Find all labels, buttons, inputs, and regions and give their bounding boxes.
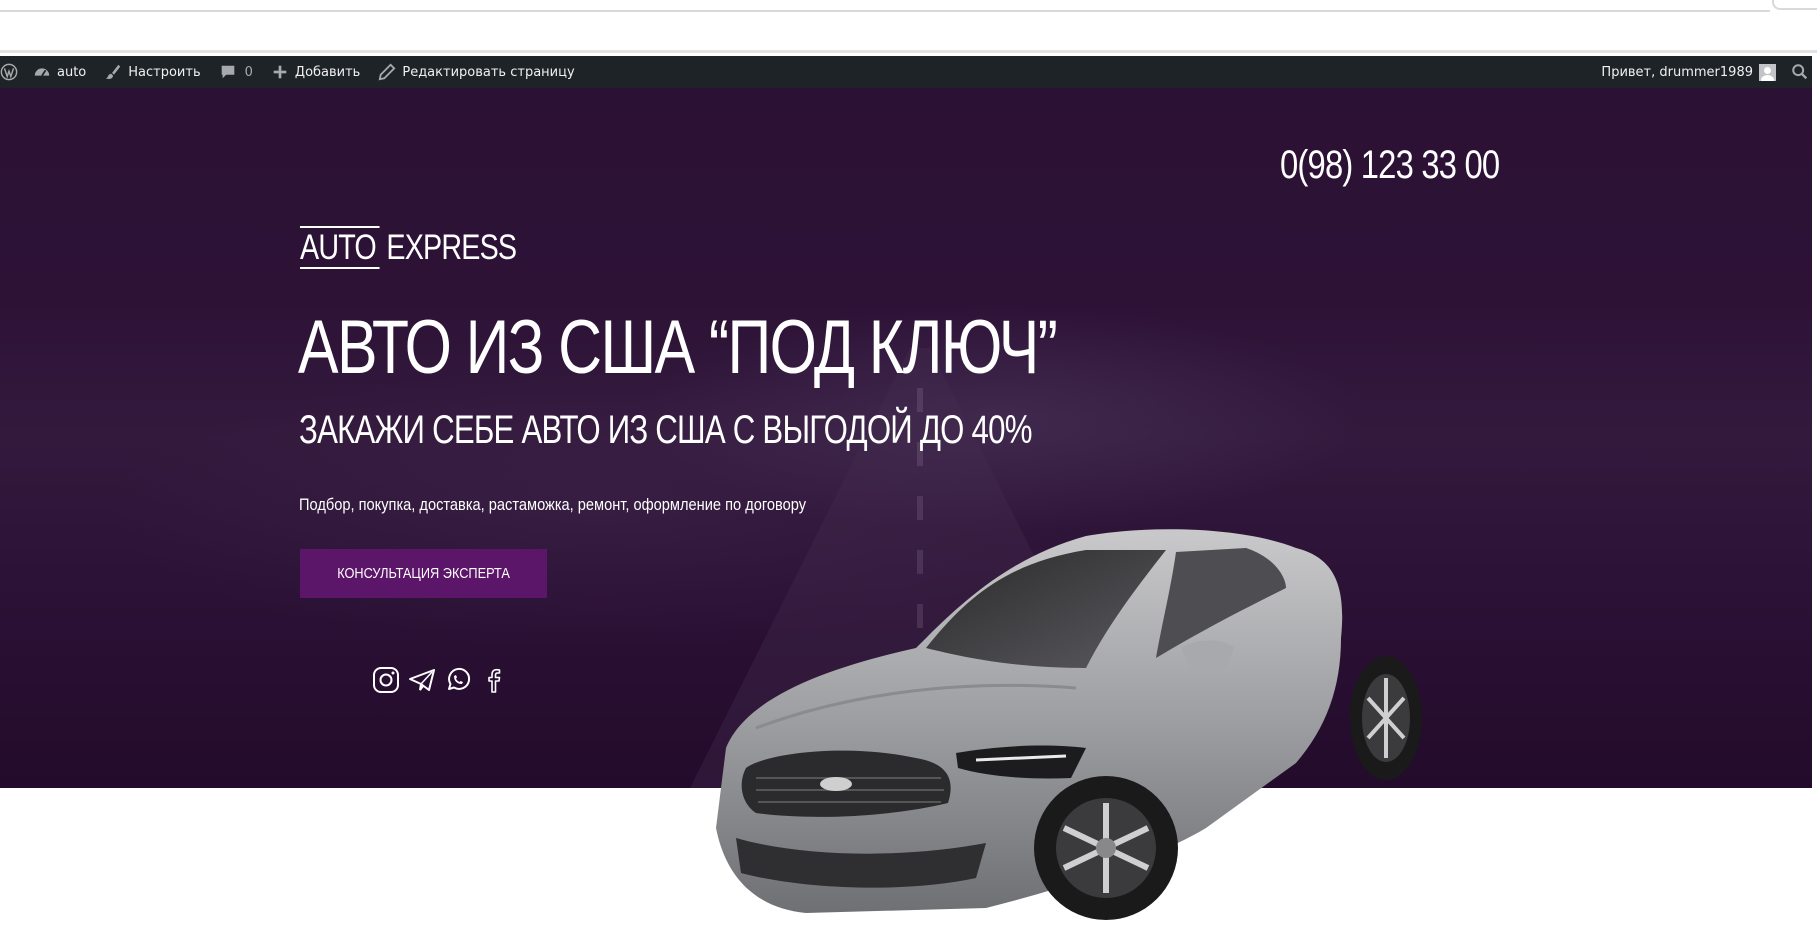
new-content-menu[interactable]: Добавить — [262, 56, 369, 88]
facebook-icon[interactable] — [480, 666, 508, 694]
site-logo[interactable]: AUTO EXPRESS — [300, 226, 517, 269]
comments-count: 0 — [244, 64, 253, 80]
greeting-label: Привет, drummer1989 — [1601, 64, 1753, 80]
browser-bottom-border — [0, 50, 1817, 53]
page-right-edge — [1812, 56, 1817, 928]
avatar — [1759, 63, 1776, 81]
whatsapp-icon[interactable] — [444, 666, 472, 694]
hero-description: Подбор, покупка, доставка, растаможка, р… — [299, 495, 807, 514]
wordpress-icon — [0, 63, 18, 81]
customize-label: Настроить — [128, 64, 201, 80]
dashboard-icon — [33, 63, 51, 81]
header-phone[interactable]: 0(98) 123 33 00 — [1280, 143, 1500, 188]
instagram-icon[interactable] — [372, 666, 400, 694]
consultation-button-label: КОНСУЛЬТАЦИЯ ЭКСПЕРТА — [337, 565, 510, 582]
plus-icon — [271, 63, 289, 81]
hero-title: АВТО ИЗ США “ПОД КЛЮЧ” — [298, 305, 1058, 390]
browser-divider — [0, 10, 1770, 12]
logo-express-text: EXPRESS — [386, 228, 517, 267]
browser-tab-corner — [1772, 0, 1817, 10]
edit-page-menu[interactable]: Редактировать страницу — [369, 56, 583, 88]
comments-menu[interactable]: 0 — [210, 56, 262, 88]
brush-icon — [104, 63, 122, 81]
my-account-menu[interactable]: Привет, drummer1989 — [1592, 56, 1785, 88]
consultation-button[interactable]: КОНСУЛЬТАЦИЯ ЭКСПЕРТА — [300, 549, 547, 598]
logo-auto-text: AUTO — [300, 226, 380, 269]
wp-logo-menu[interactable] — [0, 56, 24, 88]
social-links — [372, 666, 508, 694]
hero-subtitle: ЗАКАЖИ СЕБЕ АВТО ИЗ США С ВЫГОДОЙ ДО 40% — [299, 408, 1032, 452]
wp-admin-bar: auto Настроить 0 Добавить Редактировать … — [0, 56, 1817, 88]
mustang-car-image — [716, 529, 1422, 920]
browser-chrome-strip — [0, 0, 1817, 53]
customize-menu[interactable]: Настроить — [95, 56, 209, 88]
site-name-menu[interactable]: auto — [24, 56, 95, 88]
pencil-icon — [378, 63, 396, 81]
site-name-label: auto — [57, 64, 87, 80]
telegram-icon[interactable] — [408, 666, 436, 694]
add-new-label: Добавить — [294, 64, 361, 80]
comment-icon — [219, 63, 237, 81]
search-icon — [1791, 63, 1809, 81]
edit-page-label: Редактировать страницу — [402, 64, 575, 80]
